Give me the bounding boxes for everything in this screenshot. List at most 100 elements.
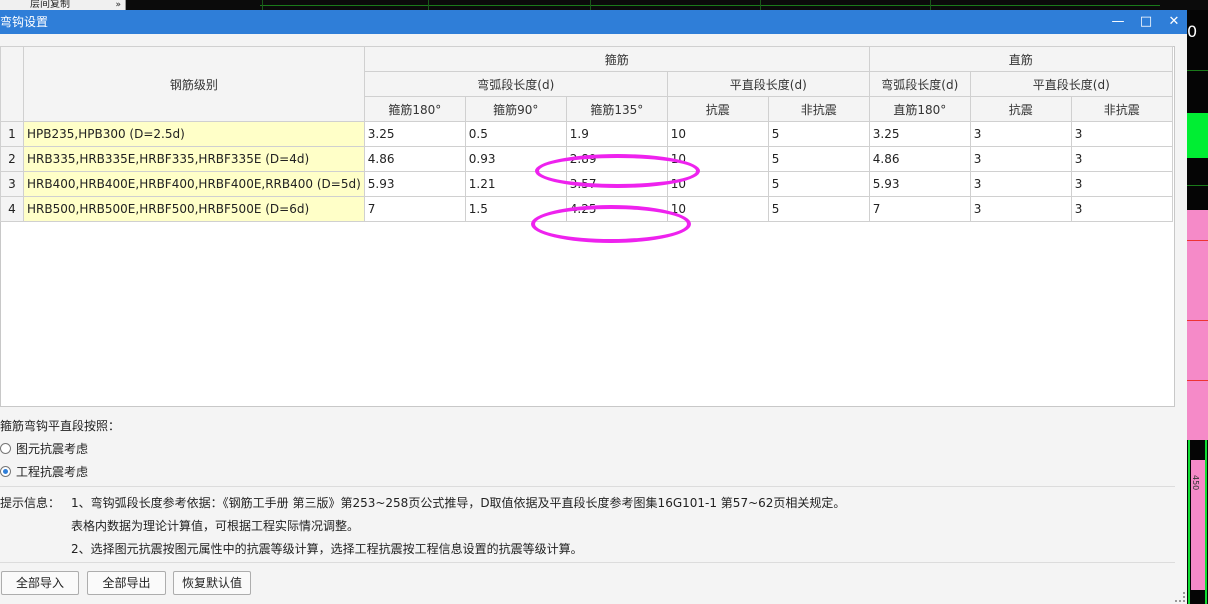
canvas-red-line [1187,320,1208,321]
radio-project-seismic[interactable]: 工程抗震考虑 [0,463,88,480]
grade-cell[interactable]: HRB500,HRB500E,HRBF500,HRBF500E (D=6d) [23,196,365,222]
table-row[interactable]: 4 HRB500,HRB500E,HRBF500,HRBF500E (D=6d) 7… [0,196,1173,222]
restore-default-button[interactable]: 恢复默认值 [173,571,251,595]
divider [0,486,1175,487]
value-cell[interactable]: 1.5 [464,196,567,222]
table-row[interactable]: 1 HPB235,HPB300 (D=2.5d) 3.25 0.5 1.9 10 5 3.25… [0,121,1173,147]
hook-settings-dialog: 弯钩设置 — □ ✕ 钢筋级别 箍筋 直筋 弯弧段长度(d) 平直段长度(d) … [0,10,1187,604]
value-cell[interactable]: 1.21 [464,171,567,197]
value-cell[interactable]: 10 [666,196,769,222]
hint-line-1: 1、弯钩弧段长度参考依据：《钢筋工手册 第三版》第253~258页公式推导，D取… [71,496,846,510]
canvas-green-block [1187,113,1208,158]
value-cell[interactable]: 3 [1070,146,1173,172]
table-row[interactable]: 2 HRB335,HRB335E,HRBF335,HRBF335E (D=4d) 4… [0,146,1173,172]
value-cell[interactable]: 5 [767,171,870,197]
maximize-button[interactable]: □ [1132,10,1160,34]
canvas-dimension-label: 450 [1191,475,1200,491]
hook-table: 钢筋级别 箍筋 直筋 弯弧段长度(d) 平直段长度(d) 弯弧段长度(d) 平直… [0,46,1173,222]
column-header: 直筋180° [868,96,971,122]
grade-header: 钢筋级别 [23,46,365,122]
row-number: 4 [0,196,24,222]
value-cell[interactable]: 3 [1070,196,1173,222]
value-cell[interactable]: 5 [767,196,870,222]
radio-element-seismic[interactable]: 图元抗震考虑 [0,440,88,457]
background-toolbar: 层间复制 » [0,0,1208,10]
value-cell[interactable]: 3 [969,196,1072,222]
column-header: 箍筋90° [464,96,567,122]
value-cell[interactable]: 5 [767,121,870,147]
radio-project-seismic-label: 工程抗震考虑 [16,465,89,479]
stirrup-flat-header: 平直段长度(d) [666,71,870,97]
drawing-grid-line [590,0,591,10]
value-cell[interactable]: 4.25 [565,196,668,222]
value-cell[interactable]: 5.93 [363,171,466,197]
stirrup-arc-header: 弯弧段长度(d) [363,71,668,97]
row-number: 2 [0,146,24,172]
drawing-grid-line [260,5,1160,6]
value-cell[interactable]: 3.25 [363,121,466,147]
stirrup-group-header: 箍筋 [363,46,870,72]
layer-copy-label: 层间复制 [30,0,70,10]
hint-line-2: 表格内数据为理论计算值，可根据工程实际情况调整。 [71,519,360,533]
row-number: 1 [0,121,24,147]
drawing-grid-line [262,0,263,10]
straight-arc-header: 弯弧段长度(d) [868,71,971,97]
divider [0,562,1175,563]
canvas-pink-block [1187,210,1208,440]
straight-group-header: 直筋 [868,46,1173,72]
value-cell[interactable]: 3.25 [868,121,971,147]
value-cell[interactable]: 2.89 [565,146,668,172]
column-header: 非抗震 [1070,96,1173,122]
value-cell[interactable]: 3.57 [565,171,668,197]
expand-arrow-icon[interactable]: » [115,0,121,10]
drawing-grid-line [760,0,761,10]
canvas-number: 0 [1187,22,1198,41]
import-all-button[interactable]: 全部导入 [1,571,79,595]
dialog-titlebar[interactable]: 弯钩设置 — □ ✕ [0,10,1187,34]
value-cell[interactable]: 10 [666,171,769,197]
value-cell[interactable]: 7 [363,196,466,222]
value-cell[interactable]: 4.86 [363,146,466,172]
column-header: 箍筋180° [363,96,466,122]
hint-line-3: 2、选择图元抗震按图元属性中的抗震等级计算，选择工程抗震按工程信息设置的抗震等级… [71,542,583,556]
value-cell[interactable]: 3 [969,171,1072,197]
radio-dot[interactable] [0,443,11,454]
value-cell[interactable]: 3 [969,121,1072,147]
value-cell[interactable]: 10 [666,121,769,147]
column-header: 箍筋135° [565,96,668,122]
value-cell[interactable]: 4.86 [868,146,971,172]
value-cell[interactable]: 7 [868,196,971,222]
hook-settings-grid: 钢筋级别 箍筋 直筋 弯弧段长度(d) 平直段长度(d) 弯弧段长度(d) 平直… [0,46,1175,407]
export-all-button[interactable]: 全部导出 [87,571,166,595]
close-button[interactable]: ✕ [1160,10,1188,34]
canvas-green-line [1205,440,1207,604]
minimize-button[interactable]: — [1104,10,1132,34]
value-cell[interactable]: 3 [1070,171,1173,197]
value-cell[interactable]: 5.93 [868,171,971,197]
value-cell[interactable]: 3 [969,146,1072,172]
hint-label: 提示信息： [0,496,61,510]
layer-copy-tab[interactable]: 层间复制 » [0,0,126,10]
dialog-title: 弯钩设置 [0,15,49,29]
background-canvas: 0 450 [1187,10,1208,604]
grade-cell[interactable]: HRB400,HRB400E,HRBF400,HRBF400E,RRB400 (… [23,171,365,197]
drawing-grid-line [428,0,429,10]
radio-dot[interactable] [0,466,11,477]
grade-cell[interactable]: HPB235,HPB300 (D=2.5d) [23,121,365,147]
column-header: 抗震 [969,96,1072,122]
value-cell[interactable]: 3 [1070,121,1173,147]
row-number: 3 [0,171,24,197]
value-cell[interactable]: 1.9 [565,121,668,147]
column-header: 非抗震 [767,96,870,122]
value-cell[interactable]: 10 [666,146,769,172]
canvas-line [1187,70,1208,71]
drawing-grid-line [930,0,931,10]
resize-grip[interactable] [1175,592,1185,602]
value-cell[interactable]: 0.93 [464,146,567,172]
grade-cell[interactable]: HRB335,HRB335E,HRBF335,HRBF335E (D=4d) [23,146,365,172]
value-cell[interactable]: 0.5 [464,121,567,147]
table-row[interactable]: 3 HRB400,HRB400E,HRBF400,HRBF400E,RRB400 … [0,171,1173,197]
value-cell[interactable]: 5 [767,146,870,172]
column-header: 抗震 [666,96,769,122]
straight-flat-header: 平直段长度(d) [969,71,1173,97]
